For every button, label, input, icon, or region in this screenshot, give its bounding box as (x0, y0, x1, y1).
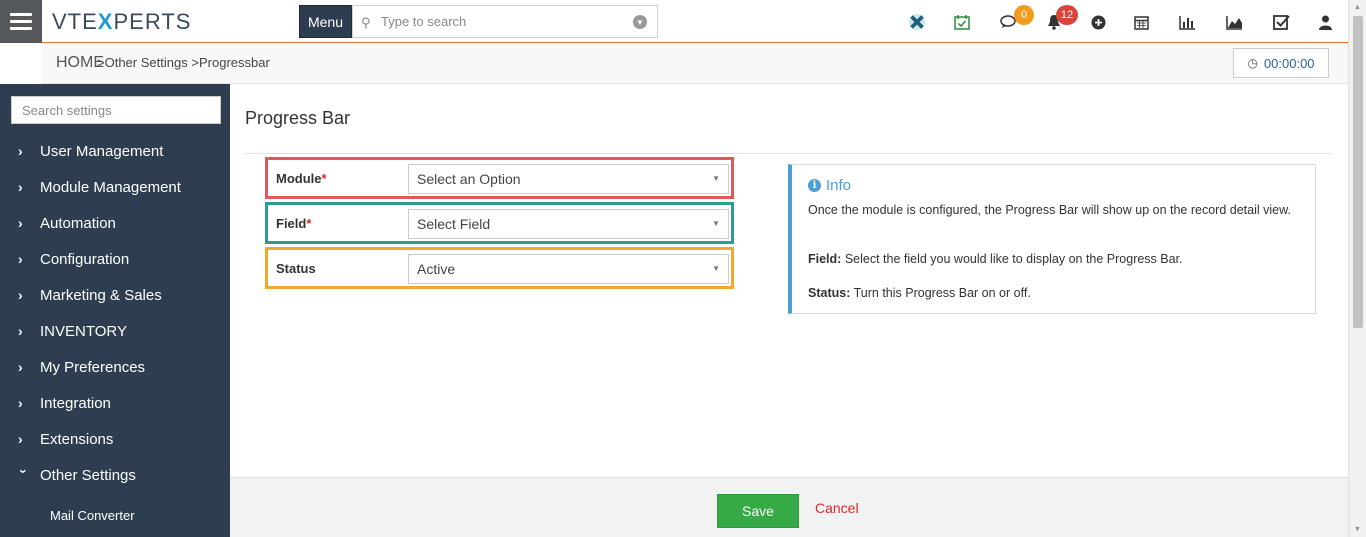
status-field-row: Status Active ▼ (265, 247, 734, 289)
timer-button[interactable]: ◷ 00:00:00 (1233, 48, 1329, 78)
notifications-badge: 12 (1056, 5, 1078, 25)
area-chart-icon[interactable] (1224, 12, 1244, 32)
status-label: Status (276, 261, 316, 276)
breadcrumb: HOME >Other Settings > Progressbar ◷ 00:… (42, 44, 1348, 84)
scroll-down-icon[interactable]: ▼ (1354, 526, 1361, 533)
sidebar-item-module-management[interactable]: › Module Management (18, 177, 181, 197)
cancel-link[interactable]: Cancel (815, 500, 859, 516)
sidebar-item-user-management[interactable]: › User Management (18, 141, 163, 161)
search-dropdown-icon[interactable]: ▼ (633, 15, 647, 29)
dropdown-arrow-icon: ▼ (712, 264, 720, 273)
search-icon: ⚲ (361, 14, 371, 30)
plus-circle-icon[interactable] (1088, 12, 1108, 32)
bar-chart-icon[interactable] (1177, 12, 1197, 32)
save-button[interactable]: Save (717, 494, 799, 528)
status-select[interactable]: Active ▼ (408, 254, 729, 284)
sidebar-item-inventory[interactable]: › INVENTORY (18, 321, 127, 341)
chevron-right-icon: › (18, 179, 23, 195)
settings-sidebar: Search settings › User Management › Module… (0, 84, 230, 537)
sidebar-item-extensions[interactable]: › Extensions (18, 429, 113, 449)
calendar-check-icon[interactable] (952, 12, 972, 32)
clock-icon: ◷ (1247, 56, 1258, 70)
chevron-right-icon: › (18, 287, 23, 303)
settings-search-input[interactable]: Search settings (11, 96, 221, 124)
chevron-right-icon: › (18, 251, 23, 267)
user-icon[interactable] (1315, 12, 1335, 32)
info-header: i Info (808, 177, 851, 194)
search-placeholder: Type to search (381, 14, 467, 29)
chevron-right-icon: › (18, 431, 23, 447)
dropdown-arrow-icon: ▼ (712, 219, 720, 228)
field-label: Field* (276, 216, 312, 231)
field-field-row: Field* Select Field ▼ (265, 202, 734, 244)
top-navbar: VTEXPERTS Menu ⚲ Type to search ▼ 0 12 (0, 0, 1348, 43)
page-title: Progress Bar (245, 108, 351, 128)
chevron-right-icon: › (18, 359, 23, 375)
checkbox-icon[interactable] (1271, 12, 1291, 32)
chevron-right-icon: › (18, 323, 23, 339)
chevron-down-icon: › (16, 469, 32, 474)
timer-value: 00:00:00 (1263, 55, 1315, 71)
sidebar-item-my-preferences[interactable]: › My Preferences (18, 357, 145, 377)
sidebar-item-automation[interactable]: › Automation (18, 213, 116, 233)
vtx-logo-icon[interactable] (907, 12, 927, 32)
info-panel: i Info Once the module is configured, the… (788, 164, 1316, 314)
title-divider (245, 153, 1331, 154)
module-select[interactable]: Select an Option ▼ (408, 164, 729, 194)
info-icon: i (808, 179, 821, 192)
chevron-right-icon: › (18, 143, 23, 159)
sidebar-item-configuration[interactable]: › Configuration (18, 249, 129, 269)
chevron-right-icon: › (18, 395, 23, 411)
info-status-help: Status: Turn this Progress Bar on or off… (808, 286, 1031, 300)
module-field-row: Module* Select an Option ▼ (265, 157, 734, 199)
scroll-up-icon[interactable]: ▲ (1354, 4, 1361, 11)
hamburger-menu-icon[interactable] (0, 0, 42, 43)
app-logo[interactable]: VTEXPERTS (52, 9, 191, 35)
page-scrollbar[interactable]: ▲ ▼ (1348, 0, 1366, 537)
module-label: Module* (276, 171, 327, 186)
chevron-right-icon: › (18, 215, 23, 231)
breadcrumb-other-settings[interactable]: >Other Settings > (97, 55, 199, 70)
sidebar-item-integration[interactable]: › Integration (18, 393, 111, 413)
global-search-input[interactable]: ⚲ Type to search ▼ (352, 5, 658, 38)
sidebar-item-marketing-sales[interactable]: › Marketing & Sales (18, 285, 162, 305)
form-footer: Save Cancel (230, 477, 1348, 537)
sidebar-item-other-settings[interactable]: › Other Settings (16, 465, 136, 485)
breadcrumb-separator-icon: > (187, 55, 199, 70)
chat-badge: 0 (1014, 5, 1034, 25)
sidebar-subitem-mail-converter[interactable]: Mail Converter (50, 508, 135, 523)
field-select[interactable]: Select Field ▼ (408, 209, 729, 239)
calendar-icon[interactable] (1131, 12, 1151, 32)
breadcrumb-current: Progressbar (199, 55, 270, 70)
info-description: Once the module is configured, the Progr… (808, 203, 1291, 217)
menu-button[interactable]: Menu (299, 5, 352, 38)
dropdown-arrow-icon: ▼ (712, 174, 720, 183)
info-field-help: Field: Select the field you would like t… (808, 252, 1183, 266)
scrollbar-thumb[interactable] (1353, 16, 1363, 328)
breadcrumb-separator-icon: > (97, 55, 105, 70)
